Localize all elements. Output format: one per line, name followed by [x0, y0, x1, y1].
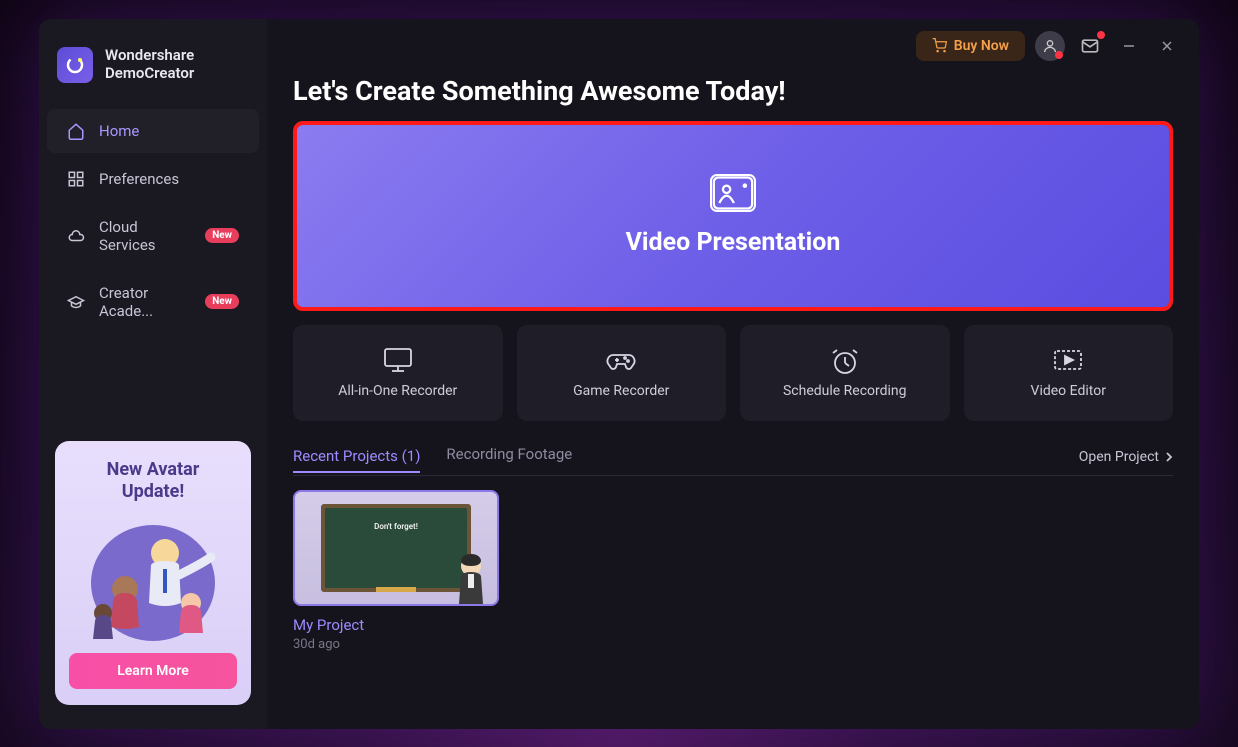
hero-label: Video Presentation: [626, 228, 841, 257]
tabs-row: Recent Projects (1) Recording Footage Op…: [293, 445, 1173, 476]
projects-list: Don't forget! My Project 30d ago: [293, 490, 1173, 652]
new-badge: New: [205, 294, 239, 309]
mail-icon: [1080, 36, 1100, 56]
chalkboard-text: Don't forget!: [374, 522, 418, 531]
tab-recording-footage[interactable]: Recording Footage: [446, 445, 572, 469]
video-editor-card[interactable]: Video Editor: [964, 325, 1174, 421]
new-badge: New: [205, 228, 239, 243]
schedule-recording-card[interactable]: Schedule Recording: [740, 325, 950, 421]
content-area: Let's Create Something Awesome Today! Vi…: [267, 61, 1199, 729]
chevron-right-icon: [1165, 451, 1173, 463]
sidebar-item-cloud-services[interactable]: Cloud Services New: [47, 205, 259, 267]
card-label: Game Recorder: [573, 383, 669, 399]
sidebar: Wondershare DemoCreator Home Preferences: [39, 19, 267, 729]
sidebar-item-label: Cloud Services: [99, 218, 191, 254]
project-name: My Project: [293, 616, 499, 634]
close-icon: [1160, 39, 1174, 53]
minimize-button[interactable]: [1115, 32, 1143, 60]
promo-card: New Avatar Update! Learn M: [55, 441, 251, 704]
promo-illustration: [69, 513, 237, 643]
account-button[interactable]: [1035, 31, 1065, 61]
notification-dot: [1055, 51, 1063, 59]
buy-now-button[interactable]: Buy Now: [916, 31, 1025, 61]
notification-dot: [1097, 31, 1105, 39]
home-icon: [67, 122, 85, 140]
learn-more-button[interactable]: Learn More: [69, 653, 237, 689]
grid-icon: [67, 170, 85, 188]
game-recorder-card[interactable]: Game Recorder: [517, 325, 727, 421]
sidebar-item-label: Creator Acade...: [99, 284, 191, 320]
app-logo-icon: [57, 47, 93, 83]
project-card[interactable]: Don't forget! My Project 30d ago: [293, 490, 499, 652]
project-thumbnail: Don't forget!: [293, 490, 499, 606]
sidebar-item-preferences[interactable]: Preferences: [47, 157, 259, 201]
gamepad-icon: [605, 347, 637, 373]
minimize-icon: [1122, 39, 1136, 53]
avatar-figure: [451, 552, 491, 604]
sidebar-nav: Home Preferences Cloud Services New Cre: [39, 107, 267, 335]
tab-recent-projects[interactable]: Recent Projects (1): [293, 447, 420, 473]
video-editor-icon: [1052, 347, 1084, 373]
video-presentation-card[interactable]: Video Presentation: [293, 121, 1173, 311]
card-label: All-in-One Recorder: [338, 383, 457, 399]
all-in-one-recorder-card[interactable]: All-in-One Recorder: [293, 325, 503, 421]
page-title: Let's Create Something Awesome Today!: [293, 75, 1173, 107]
chalkboard-illustration: Don't forget!: [321, 504, 471, 592]
close-button[interactable]: [1153, 32, 1181, 60]
tool-cards-row: All-in-One Recorder Game Recorder Schedu…: [293, 325, 1173, 421]
app-window: Wondershare DemoCreator Home Preferences: [39, 19, 1199, 729]
sidebar-item-label: Home: [99, 122, 139, 140]
app-brand-text: Wondershare DemoCreator: [105, 47, 194, 82]
cloud-icon: [67, 227, 85, 245]
open-project-label: Open Project: [1079, 449, 1159, 465]
project-date: 30d ago: [293, 637, 499, 652]
card-label: Video Editor: [1031, 383, 1106, 399]
main-panel: Buy Now Let's Create Something Awesome T…: [267, 19, 1199, 729]
brand-line2: DemoCreator: [105, 65, 194, 82]
topbar: Buy Now: [267, 19, 1199, 61]
clock-icon: [829, 347, 861, 373]
cart-icon: [932, 38, 947, 53]
monitor-icon: [382, 347, 414, 373]
brand-line1: Wondershare: [105, 47, 194, 64]
buy-label: Buy Now: [954, 38, 1009, 54]
video-presentation-icon: [710, 174, 756, 212]
promo-title: New Avatar Update!: [69, 459, 237, 502]
logo: Wondershare DemoCreator: [39, 35, 267, 107]
sidebar-item-creator-academy[interactable]: Creator Acade... New: [47, 271, 259, 333]
card-label: Schedule Recording: [783, 383, 907, 399]
academy-icon: [67, 293, 85, 311]
open-project-button[interactable]: Open Project: [1079, 449, 1173, 465]
sidebar-item-home[interactable]: Home: [47, 109, 259, 153]
mail-button[interactable]: [1075, 31, 1105, 61]
sidebar-item-label: Preferences: [99, 170, 179, 188]
